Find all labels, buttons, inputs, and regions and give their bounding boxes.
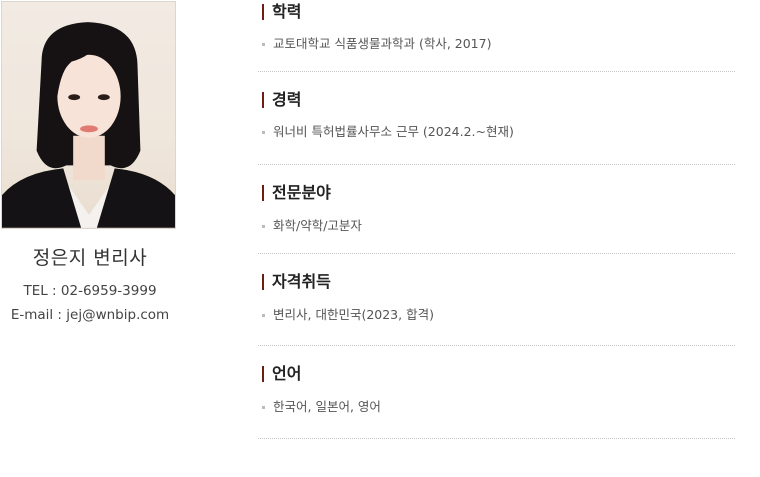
section-divider (258, 253, 735, 254)
section-title-languages: 언어 (262, 364, 301, 384)
career-item: 워너비 특허법률사무소 근무 (2024.2.~현재) (262, 124, 514, 140)
language-item: 한국어, 일본어, 영어 (262, 399, 381, 415)
profile-name: 정은지 변리사 (32, 247, 148, 269)
section-title-education: 학력 (262, 2, 301, 22)
section-divider (258, 438, 735, 439)
phone-text: TEL : 02-6959-3999 (23, 283, 157, 299)
portrait-image (2, 22, 175, 228)
section-title-qualifications: 자격취득 (262, 272, 331, 292)
section-divider (258, 71, 735, 72)
specialty-item: 화학/약학/고분자 (262, 218, 362, 234)
profile-photo (1, 1, 176, 229)
qualification-item: 변리사, 대한민국(2023, 합격) (262, 307, 434, 323)
section-title-career: 경력 (262, 90, 301, 110)
section-divider (258, 164, 735, 165)
email-text: E-mail : jej@wnbip.com (10, 307, 170, 323)
section-divider (258, 345, 735, 346)
section-title-specialty: 전문분야 (262, 183, 331, 203)
education-item: 교토대학교 식품생물과학과 (학사, 2017) (262, 36, 491, 52)
